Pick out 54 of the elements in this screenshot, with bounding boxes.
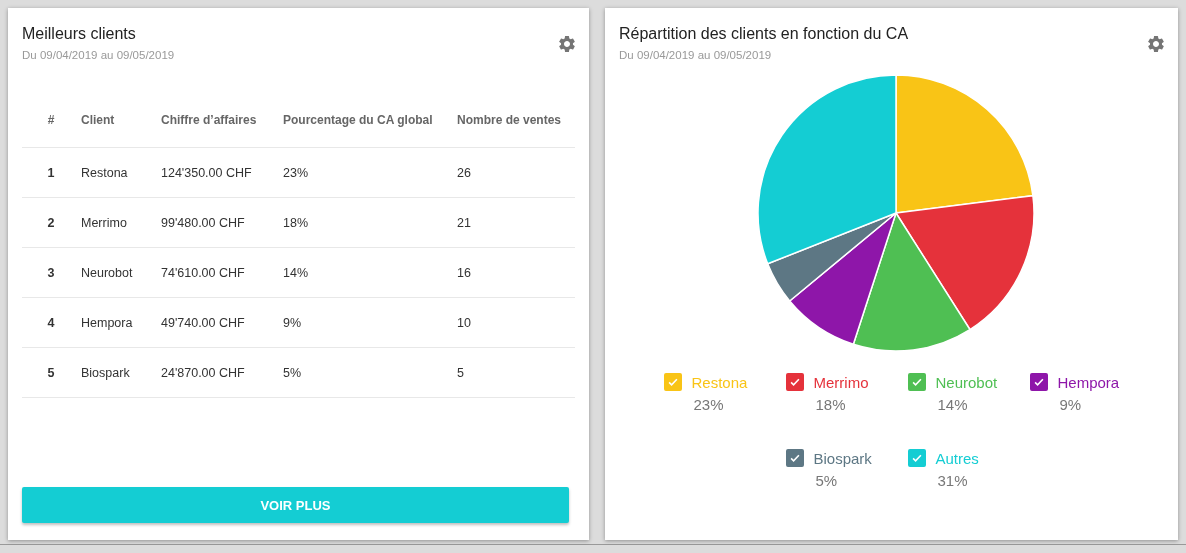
legend-value: 5% bbox=[815, 472, 839, 489]
legend-value: 14% bbox=[937, 396, 969, 413]
card-title: Répartition des clients en fonction du CA bbox=[619, 25, 909, 43]
column-header: Pourcentage du CA global bbox=[282, 93, 456, 148]
table-cell: Neurobot bbox=[80, 247, 160, 298]
table-cell: 9% bbox=[282, 297, 456, 348]
legend-label: Merrimo bbox=[813, 373, 869, 391]
legend-value: 9% bbox=[1059, 396, 1083, 413]
table-cell: 74'610.00 CHF bbox=[160, 247, 282, 298]
date-range: Du 09/04/2019 au 09/05/2019 bbox=[22, 49, 175, 61]
column-header: Client bbox=[80, 93, 160, 148]
legend-value: 23% bbox=[693, 396, 725, 413]
table-cell: 49'740.00 CHF bbox=[160, 297, 282, 348]
column-header: # bbox=[22, 93, 80, 148]
legend-checkbox[interactable] bbox=[785, 373, 804, 391]
settings-icon[interactable] bbox=[1146, 34, 1166, 54]
legend-label: Biospark bbox=[813, 449, 872, 467]
legend-checkbox[interactable] bbox=[785, 449, 804, 467]
rank-cell: 5 bbox=[22, 347, 80, 398]
table-cell: 99'480.00 CHF bbox=[160, 197, 282, 248]
table-cell: 10 bbox=[456, 297, 575, 348]
table-cell: 24'870.00 CHF bbox=[160, 347, 282, 398]
column-header: Chiffre d’affaires bbox=[160, 93, 282, 148]
legend-checkbox[interactable] bbox=[907, 449, 926, 467]
table-cell: Merrimo bbox=[80, 197, 160, 248]
see-more-button[interactable]: VOIR PLUS bbox=[22, 487, 569, 523]
legend-checkbox[interactable] bbox=[1029, 373, 1048, 391]
column-header: Nombre de ventes bbox=[456, 93, 575, 148]
table-cell: Hempora bbox=[80, 297, 160, 348]
table-cell: 23% bbox=[282, 147, 456, 198]
legend-label: Neurobot bbox=[935, 373, 998, 391]
date-range: Du 09/04/2019 au 09/05/2019 bbox=[619, 49, 773, 61]
table-cell: 16 bbox=[456, 247, 575, 298]
table-cell: Restona bbox=[80, 147, 160, 198]
legend-label: Hempora bbox=[1057, 373, 1120, 391]
rank-cell: 4 bbox=[22, 297, 80, 348]
legend-label: Restona bbox=[691, 373, 748, 391]
table-cell: 14% bbox=[282, 247, 456, 298]
card-title: Meilleurs clients bbox=[22, 25, 137, 43]
table-cell: 5% bbox=[282, 347, 456, 398]
table-cell: 21 bbox=[456, 197, 575, 248]
settings-icon[interactable] bbox=[557, 34, 577, 54]
table-cell: 5 bbox=[456, 347, 575, 398]
legend-value: 31% bbox=[937, 472, 969, 489]
legend-checkbox[interactable] bbox=[907, 373, 926, 391]
table-cell: Biospark bbox=[80, 347, 160, 398]
rank-cell: 1 bbox=[22, 147, 80, 198]
legend-label: Autres bbox=[935, 449, 979, 467]
legend-value: 18% bbox=[815, 396, 847, 413]
table-cell: 18% bbox=[282, 197, 456, 248]
rank-cell: 2 bbox=[22, 197, 80, 248]
table-cell: 26 bbox=[456, 147, 575, 198]
rank-cell: 3 bbox=[22, 247, 80, 298]
table-cell: 124'350.00 CHF bbox=[160, 147, 282, 198]
